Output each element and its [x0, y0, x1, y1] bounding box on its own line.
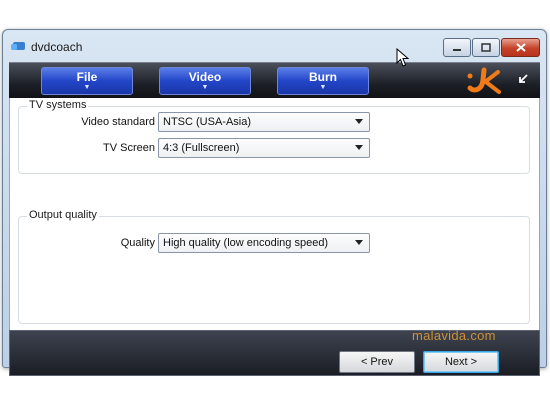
video-standard-select[interactable]: NTSC (USA-Asia) [158, 112, 370, 132]
tab-burn-label: Burn [309, 70, 337, 84]
tv-screen-select[interactable]: 4:3 (Fullscreen) [158, 138, 370, 158]
maximize-icon [481, 43, 491, 52]
tv-systems-legend: TV systems [27, 99, 89, 111]
quality-value: High quality (low encoding speed) [163, 237, 329, 249]
tab-file-label: File [76, 70, 98, 84]
maximize-button[interactable] [472, 38, 500, 57]
settings-panel: TV systems Video standard NTSC (USA-Asia… [9, 98, 540, 330]
tv-systems-group: TV systems Video standard NTSC (USA-Asia… [18, 99, 530, 174]
main-toolbar: File ▼ Video ▼ Burn ▼ [9, 62, 540, 99]
window-title: dvdcoach [31, 40, 83, 54]
video-standard-label: Video standard [81, 116, 155, 128]
chevron-down-icon: ▼ [83, 84, 91, 91]
title-bar[interactable]: dvdcoach [3, 30, 546, 62]
quality-select[interactable]: High quality (low encoding speed) [158, 233, 370, 253]
mouse-pointer-icon [396, 48, 410, 67]
video-standard-value: NTSC (USA-Asia) [163, 116, 252, 128]
close-button[interactable] [501, 38, 540, 57]
output-quality-legend: Output quality [27, 209, 99, 221]
caption-buttons [443, 38, 540, 57]
tv-screen-value: 4:3 (Fullscreen) [163, 142, 240, 154]
minimize-button[interactable] [443, 38, 471, 57]
quality-label: Quality [120, 237, 155, 249]
output-quality-group: Output quality Quality High quality (low… [18, 209, 530, 324]
next-button[interactable]: Next > [423, 351, 499, 373]
close-icon [515, 43, 526, 52]
chevron-down-icon: ▼ [319, 84, 327, 91]
compact-mode-icon[interactable] [515, 73, 529, 87]
minimize-icon [453, 48, 461, 51]
tv-screen-label: TV Screen [103, 142, 155, 154]
tab-file[interactable]: File ▼ [41, 67, 133, 95]
watermark-text: malavida.com [412, 328, 496, 343]
chevron-down-icon: ▼ [201, 84, 209, 91]
prev-button[interactable]: < Prev [339, 351, 415, 373]
tab-video[interactable]: Video ▼ [159, 67, 251, 95]
dropdown-arrow-icon [355, 240, 363, 245]
dvdcoach-logo-icon [467, 67, 501, 94]
app-window: dvdcoach File ▼ Video ▼ Burn ▼ TV system… [2, 29, 547, 376]
dropdown-arrow-icon [355, 145, 363, 150]
tab-burn[interactable]: Burn ▼ [277, 67, 369, 95]
dropdown-arrow-icon [355, 119, 363, 124]
dvd-app-icon [11, 42, 25, 50]
tab-video-label: Video [188, 70, 222, 84]
